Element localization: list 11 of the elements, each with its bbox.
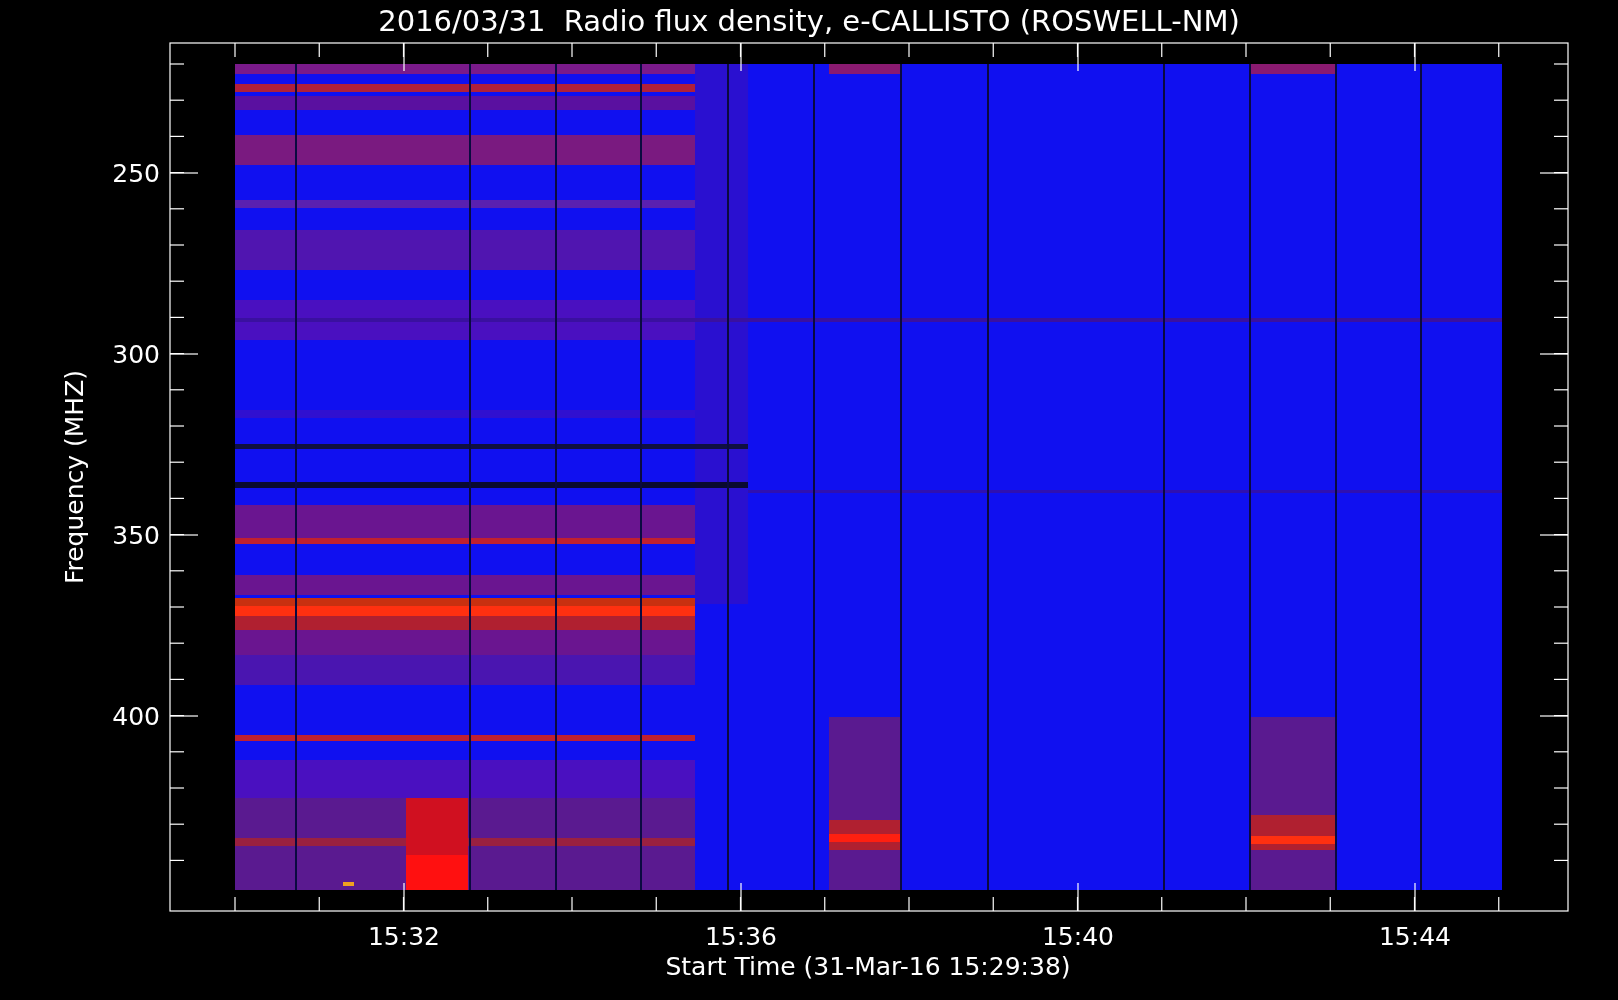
x-tick-label: 15:44: [1379, 922, 1451, 951]
y-axis-label: Frequency (MHZ): [60, 369, 89, 585]
x-tick-label: 15:36: [705, 922, 777, 951]
y-tick-label: 350: [112, 521, 160, 550]
x-tick-label: 15:40: [1042, 922, 1114, 951]
y-tick-label: 300: [112, 340, 160, 369]
x-axis-label: Start Time (31-Mar-16 15:29:38): [665, 952, 1071, 981]
chart-title: 2016/03/31 Radio flux density, e-CALLISTO (ROSWELL-NM): [378, 4, 1240, 38]
x-tick-label: 15:32: [368, 922, 440, 951]
y-tick-label: 400: [112, 702, 160, 731]
y-tick-label: 250: [112, 159, 160, 188]
